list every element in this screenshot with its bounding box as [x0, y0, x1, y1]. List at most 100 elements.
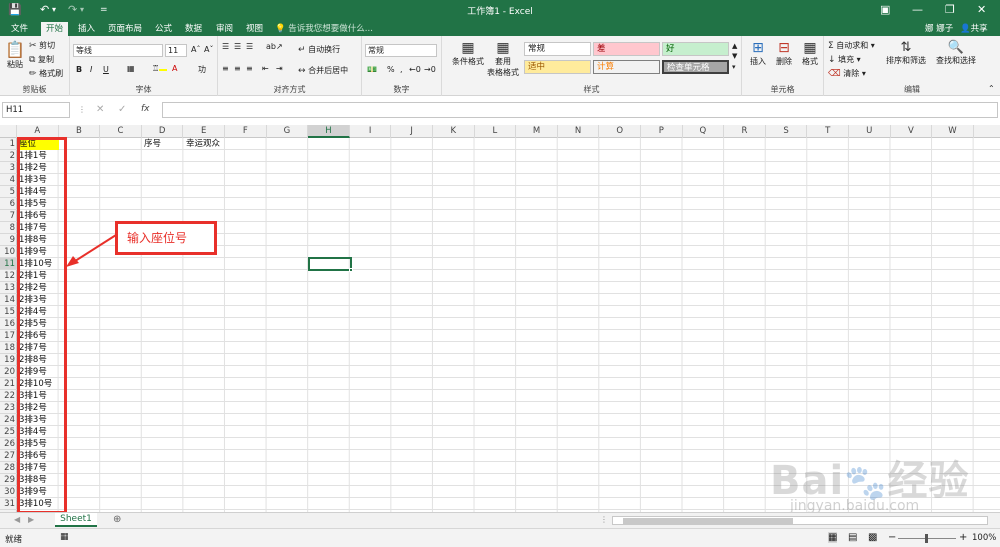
minimize-icon[interactable]: — — [912, 3, 923, 16]
horizontal-scroll-thumb[interactable] — [623, 518, 793, 524]
copy-button[interactable]: ⧉ 复制 — [29, 54, 54, 65]
style-good[interactable]: 好 — [662, 42, 729, 56]
insert-cells-button[interactable]: ⊞ 插入 — [746, 40, 770, 67]
phonetic-icon[interactable]: 功 — [198, 64, 206, 75]
next-sheet-icon[interactable]: ▶ — [28, 515, 34, 524]
row-header-4[interactable]: 4 — [0, 174, 17, 186]
column-header-W[interactable]: W — [932, 125, 974, 138]
macro-record-icon[interactable]: ▦ — [60, 532, 69, 542]
column-header-M[interactable]: M — [516, 125, 558, 138]
format-cells-button[interactable]: ▦ 格式 — [798, 40, 822, 67]
tab-insert[interactable]: 插入 — [73, 22, 100, 36]
cell-D1[interactable]: 序号 — [142, 138, 184, 150]
row-header-11[interactable]: 11 — [0, 258, 17, 270]
row-header-15[interactable]: 15 — [0, 306, 17, 318]
formula-input[interactable] — [162, 102, 998, 118]
column-header-I[interactable]: I — [350, 125, 392, 138]
tab-formulas[interactable]: 公式 — [150, 22, 177, 36]
row-header-12[interactable]: 12 — [0, 270, 17, 282]
align-top-icon[interactable]: ☰ — [222, 42, 229, 51]
bold-icon[interactable]: B — [76, 65, 82, 74]
conditional-format-button[interactable]: ▦ 条件格式 — [448, 40, 488, 67]
split-handle-icon[interactable]: ⋮ — [600, 515, 608, 524]
column-header-U[interactable]: U — [849, 125, 891, 138]
format-painter-button[interactable]: ✏ 格式刷 — [29, 68, 63, 79]
row-header-1[interactable]: 1 — [0, 138, 17, 150]
column-header-L[interactable]: L — [475, 125, 517, 138]
shrink-font-icon[interactable]: Aˇ — [204, 45, 213, 54]
row-header-14[interactable]: 14 — [0, 294, 17, 306]
add-sheet-icon[interactable]: ⊕ — [113, 514, 121, 525]
row-header-2[interactable]: 2 — [0, 150, 17, 162]
comma-icon[interactable]: , — [400, 65, 403, 74]
column-header-P[interactable]: P — [641, 125, 683, 138]
column-header-C[interactable]: C — [100, 125, 142, 138]
font-color-icon[interactable]: A — [172, 64, 177, 73]
zoom-in-icon[interactable]: + — [959, 532, 967, 543]
wrap-text-button[interactable]: ↵ 自动换行 — [298, 44, 340, 55]
styles-more-icon[interactable]: ▾ — [732, 63, 736, 71]
decrease-decimal-icon[interactable]: →0 — [424, 65, 436, 74]
column-header-G[interactable]: G — [267, 125, 309, 138]
row-header-5[interactable]: 5 — [0, 186, 17, 198]
style-bad[interactable]: 差 — [593, 42, 660, 56]
row-header-28[interactable]: 28 — [0, 462, 17, 474]
align-center-icon[interactable]: ≡ — [234, 64, 241, 73]
cancel-entry-icon[interactable]: ✕ — [96, 104, 104, 115]
column-header-N[interactable]: N — [558, 125, 600, 138]
tell-me-search[interactable]: 💡 告诉我您想要做什么... — [275, 22, 373, 34]
tab-page-layout[interactable]: 页面布局 — [103, 22, 147, 36]
horizontal-scrollbar[interactable] — [612, 516, 988, 525]
sort-filter-button[interactable]: ⇅ 排序和筛选 — [882, 40, 930, 66]
row-header-7[interactable]: 7 — [0, 210, 17, 222]
row-header-20[interactable]: 20 — [0, 366, 17, 378]
align-right-icon[interactable]: ≡ — [246, 64, 253, 73]
column-header-T[interactable]: T — [807, 125, 849, 138]
sheet-tab-sheet1[interactable]: Sheet1 — [55, 513, 97, 527]
border-icon[interactable]: ▦ — [127, 64, 135, 73]
number-format-select[interactable]: 常规 — [365, 44, 437, 57]
close-icon[interactable]: ✕ — [977, 3, 986, 16]
name-box[interactable]: H11 — [2, 102, 70, 118]
column-header-H[interactable]: H — [308, 125, 350, 138]
row-header-30[interactable]: 30 — [0, 486, 17, 498]
percent-icon[interactable]: % — [387, 65, 395, 74]
page-break-view-icon[interactable]: ▩ — [868, 532, 877, 543]
delete-cells-button[interactable]: ⊟ 删除 — [772, 40, 796, 67]
zoom-slider-thumb[interactable] — [925, 534, 928, 543]
share-button[interactable]: 👤共享 — [960, 22, 988, 34]
accounting-icon[interactable]: 💵 — [367, 65, 377, 74]
orientation-icon[interactable]: ab↗ — [266, 42, 283, 51]
row-header-19[interactable]: 19 — [0, 354, 17, 366]
style-normal[interactable]: 常规 — [524, 42, 591, 56]
tab-data[interactable]: 数据 — [180, 22, 207, 36]
merge-center-button[interactable]: ↔ 合并后居中 — [298, 65, 348, 76]
row-header-27[interactable]: 27 — [0, 450, 17, 462]
decrease-indent-icon[interactable]: ⇤ — [262, 64, 269, 73]
fill-handle[interactable] — [349, 268, 353, 272]
align-middle-icon[interactable]: ☰ — [234, 42, 241, 51]
increase-decimal-icon[interactable]: ←0 — [409, 65, 421, 74]
row-header-31[interactable]: 31 — [0, 498, 17, 510]
fill-button[interactable]: ↓ 填充 ▾ — [828, 54, 861, 65]
column-header-D[interactable]: D — [142, 125, 184, 138]
grow-font-icon[interactable]: Aˆ — [191, 45, 200, 54]
row-header-29[interactable]: 29 — [0, 474, 17, 486]
prev-sheet-icon[interactable]: ◀ — [14, 515, 20, 524]
clear-button[interactable]: ⌫ 清除 ▾ — [828, 68, 866, 79]
cell-E1[interactable]: 幸运观众 — [184, 138, 226, 150]
styles-scroll-down-icon[interactable]: ▼ — [732, 52, 737, 60]
find-select-button[interactable]: 🔍 查找和选择 — [932, 40, 980, 66]
row-header-26[interactable]: 26 — [0, 438, 17, 450]
row-header-21[interactable]: 21 — [0, 378, 17, 390]
row-header-13[interactable]: 13 — [0, 282, 17, 294]
column-header-K[interactable]: K — [433, 125, 475, 138]
row-header-8[interactable]: 8 — [0, 222, 17, 234]
cut-button[interactable]: ✂ 剪切 — [29, 40, 55, 51]
style-neutral[interactable]: 适中 — [524, 60, 591, 74]
underline-icon[interactable]: U — [103, 65, 109, 74]
tab-review[interactable]: 审阅 — [211, 22, 238, 36]
align-bottom-icon[interactable]: ☰ — [246, 42, 253, 51]
column-header-S[interactable]: S — [766, 125, 808, 138]
row-header-18[interactable]: 18 — [0, 342, 17, 354]
